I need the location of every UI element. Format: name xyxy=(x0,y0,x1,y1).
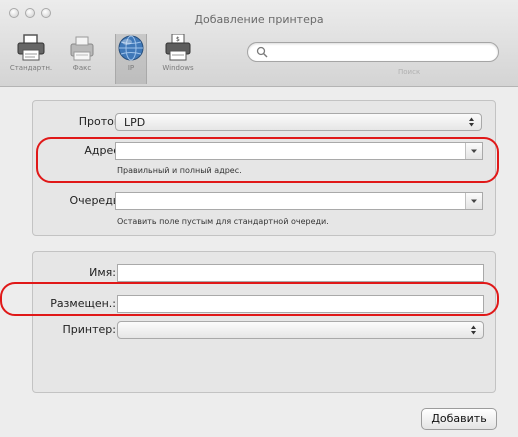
address-highlight-oval xyxy=(36,137,499,183)
toolbar-ip-label: IP xyxy=(127,64,135,72)
printer-model-popup[interactable] xyxy=(117,321,484,339)
protocol-popup[interactable]: LPD xyxy=(115,113,482,131)
window-title: Добавление принтера xyxy=(194,13,324,26)
toolbar-windows-button[interactable]: $ Windows xyxy=(150,34,206,72)
name-label: Имя: xyxy=(89,266,116,279)
location-highlight-oval xyxy=(0,282,499,316)
toolbar-standard-label: Стандартн. xyxy=(9,64,53,72)
queue-hint: Оставить поле пустым для стандартной оче… xyxy=(117,217,329,226)
chevron-down-icon xyxy=(471,199,477,203)
printer-icon xyxy=(17,34,45,61)
name-field[interactable] xyxy=(117,264,484,282)
search-field[interactable] xyxy=(247,42,499,62)
globe-icon xyxy=(118,35,144,61)
add-printer-window: Добавление принтера Стандартн. Факс IP $… xyxy=(0,0,518,437)
popup-arrows-icon xyxy=(469,117,474,127)
queue-combo-button[interactable] xyxy=(465,193,482,209)
queue-combo-field[interactable] xyxy=(115,192,483,210)
popup-arrows-icon xyxy=(471,325,476,335)
window-toolbar: Добавление принтера Стандартн. Факс IP $… xyxy=(0,0,518,87)
toolbar-ip-button[interactable]: IP xyxy=(115,34,147,84)
search-icon xyxy=(256,46,268,58)
search-label: Поиск xyxy=(398,68,421,76)
protocol-value: LPD xyxy=(124,116,146,129)
printer-label: Принтер: xyxy=(62,323,116,336)
toolbar-standard-button[interactable]: Стандартн. xyxy=(6,34,56,72)
windows-printer-icon: $ xyxy=(165,34,191,61)
toolbar-fax-label: Факс xyxy=(72,64,92,72)
toolbar-fax-button[interactable]: Факс xyxy=(58,34,106,72)
svg-text:$: $ xyxy=(176,36,180,43)
add-button[interactable]: Добавить xyxy=(421,408,497,430)
fax-icon xyxy=(70,36,94,61)
toolbar-windows-label: Windows xyxy=(162,64,194,72)
printer-details-group: Имя: Размещен.: Принтер: xyxy=(32,251,496,393)
